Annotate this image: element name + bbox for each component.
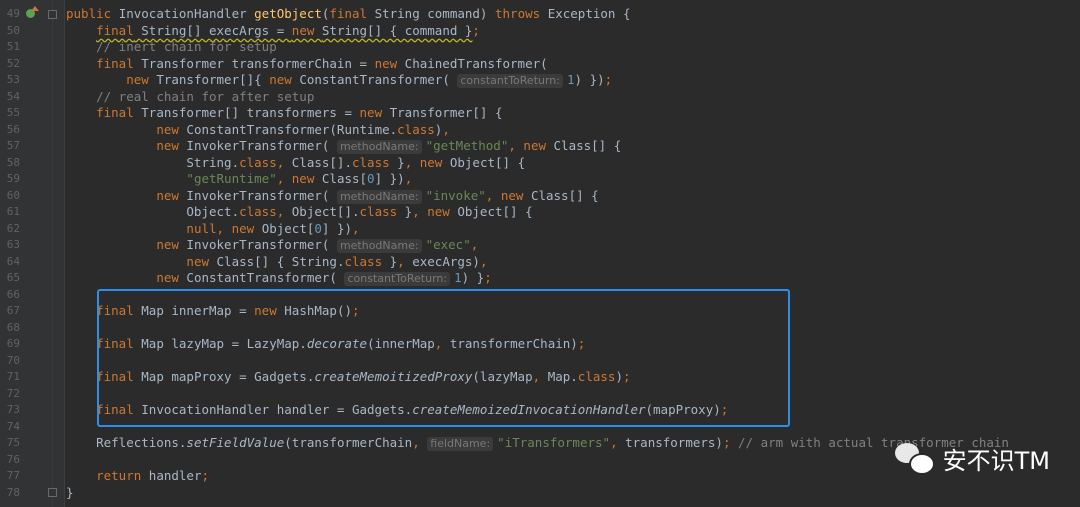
line-number: 76 xyxy=(6,452,20,466)
code-line[interactable]: 60 new InvokerTransformer( methodName: "i… xyxy=(0,188,1080,205)
line-number: 75 xyxy=(6,436,20,449)
code-line[interactable]: 65 new ConstantTransformer( constantToRe… xyxy=(0,270,1080,287)
code-line[interactable]: 52 final Transformer transformerChain = … xyxy=(0,56,1080,73)
line-number: 57 xyxy=(6,139,20,152)
line-number: 60 xyxy=(6,188,20,202)
code-text[interactable]: new ConstantTransformer( constantToRetur… xyxy=(66,270,492,287)
line-number: 58 xyxy=(6,155,20,169)
code-text[interactable]: // real chain for after setup xyxy=(66,89,314,106)
line-number: 69 xyxy=(6,337,20,350)
code-text[interactable]: new InvokerTransformer( methodName: "invo… xyxy=(66,188,599,205)
line-number: 59 xyxy=(6,172,20,185)
line-number: 73 xyxy=(6,403,20,416)
line-number: 61 xyxy=(6,205,20,218)
line-number: 77 xyxy=(6,469,20,482)
code-text[interactable]: public InvocationHandler getObject(final… xyxy=(66,6,630,23)
line-number: 64 xyxy=(6,254,20,268)
line-number: 55 xyxy=(6,106,20,119)
code-text[interactable]: null, new Object[0] }), xyxy=(66,221,359,238)
line-number: 51 xyxy=(6,40,20,53)
code-line[interactable]: 59 "getRuntime", new Class[0] }), xyxy=(0,171,1080,188)
code-line[interactable]: 58 String.class, Class[].class }, new Ob… xyxy=(0,155,1080,172)
line-number: 71 xyxy=(6,370,20,383)
line-number: 62 xyxy=(6,221,20,235)
line-number: 54 xyxy=(6,89,20,103)
code-line[interactable]: 64 new Class[] { String.class }, execArg… xyxy=(0,254,1080,271)
code-line[interactable]: 53 new Transformer[]{ new ConstantTransf… xyxy=(0,72,1080,89)
line-number: 72 xyxy=(6,386,20,400)
code-text[interactable]: new Transformer[]{ new ConstantTransform… xyxy=(66,72,612,89)
code-line[interactable]: 51 // inert chain for setup xyxy=(0,39,1080,56)
code-line[interactable]: 78} xyxy=(0,485,1080,502)
code-text[interactable]: final Transformer transformerChain = new… xyxy=(66,56,548,73)
code-text[interactable]: } xyxy=(66,485,74,502)
line-number: 66 xyxy=(6,287,20,301)
code-text[interactable]: new InvokerTransformer( methodName: "getM… xyxy=(66,138,621,155)
code-text[interactable]: new Class[] { String.class }, execArgs), xyxy=(66,254,487,271)
code-line[interactable]: 62 null, new Object[0] }), xyxy=(0,221,1080,238)
wechat-icon xyxy=(894,441,935,475)
code-text[interactable]: // inert chain for setup xyxy=(66,39,277,56)
code-text[interactable]: final Transformer[] transformers = new T… xyxy=(66,105,502,122)
line-number: 49 xyxy=(6,7,20,20)
line-number: 52 xyxy=(6,56,20,70)
code-text[interactable]: new ConstantTransformer(Runtime.class), xyxy=(66,122,450,139)
code-text[interactable]: final String[] execArgs = new String[] {… xyxy=(66,23,480,40)
line-number: 65 xyxy=(6,271,20,284)
code-text[interactable]: "getRuntime", new Class[0] }), xyxy=(66,171,412,188)
code-line[interactable]: 54 // real chain for after setup xyxy=(0,89,1080,106)
line-number: 67 xyxy=(6,304,20,317)
code-text[interactable]: new InvokerTransformer( methodName: "exec… xyxy=(66,237,478,254)
code-text[interactable]: Reflections.setFieldValue(transformerCha… xyxy=(66,435,1009,452)
code-line[interactable]: 63 new InvokerTransformer( methodName: "e… xyxy=(0,237,1080,254)
line-number: 53 xyxy=(6,73,20,86)
code-line[interactable]: 61 Object.class, Object[].class }, new O… xyxy=(0,204,1080,221)
code-line[interactable]: 57 new InvokerTransformer( methodName: "g… xyxy=(0,138,1080,155)
line-number: 63 xyxy=(6,238,20,251)
code-line[interactable]: 56 new ConstantTransformer(Runtime.class… xyxy=(0,122,1080,139)
line-number: 74 xyxy=(6,419,20,433)
code-line[interactable]: 50 final String[] execArgs = new String[… xyxy=(0,23,1080,40)
code-line[interactable]: 49 public InvocationHandler getObject(fin… xyxy=(0,6,1080,23)
line-number: 56 xyxy=(6,122,20,136)
line-number: 50 xyxy=(6,23,20,37)
highlight-box xyxy=(97,289,790,427)
line-number: 68 xyxy=(6,320,20,334)
code-text[interactable]: return handler; xyxy=(66,468,209,485)
line-number: 70 xyxy=(6,353,20,367)
watermark-text: 安不识TM xyxy=(942,446,1050,475)
watermark: 安不识TM xyxy=(894,441,1050,475)
line-number: 78 xyxy=(6,485,20,499)
code-text[interactable]: Object.class, Object[].class }, new Obje… xyxy=(66,204,532,221)
code-text[interactable]: String.class, Class[].class }, new Objec… xyxy=(66,155,525,172)
code-line[interactable]: 55 final Transformer[] transformers = ne… xyxy=(0,105,1080,122)
